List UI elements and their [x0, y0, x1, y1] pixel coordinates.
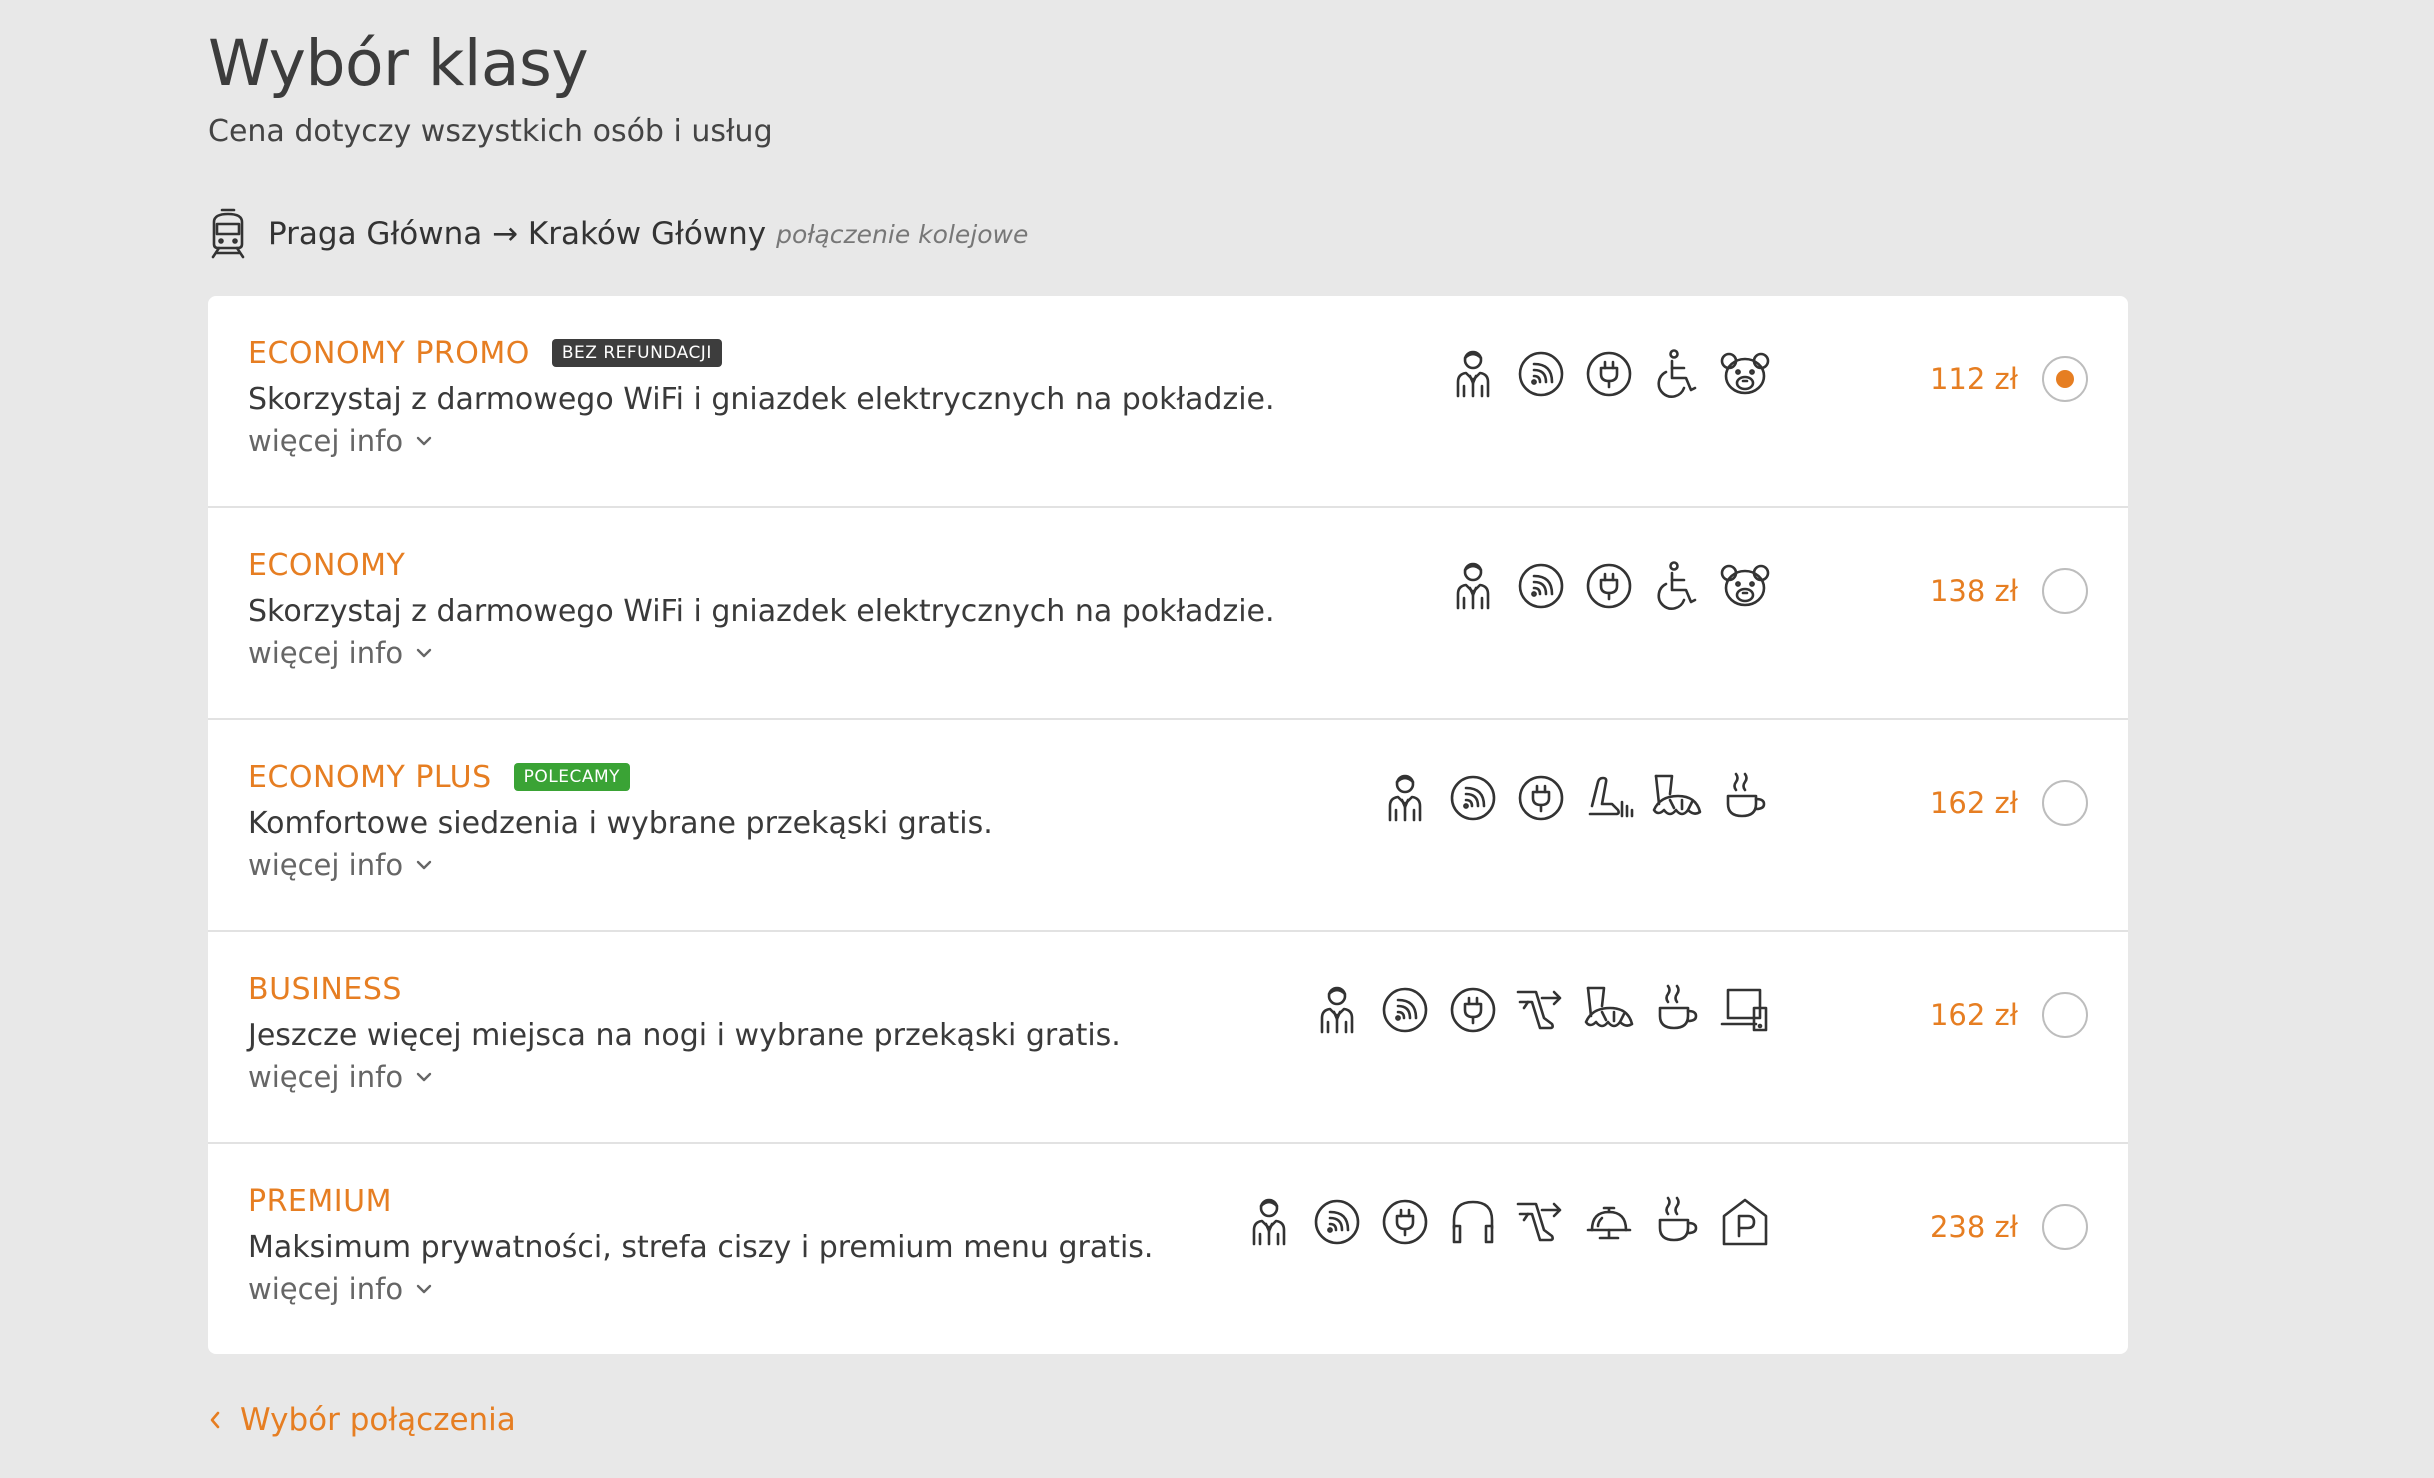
hot-drink-icon	[1658, 1196, 1698, 1242]
premium-meal-icon	[1586, 1206, 1632, 1240]
wifi-icon	[1382, 987, 1428, 1033]
class-description: Skorzystaj z darmowego WiFi i gniazdek e…	[248, 594, 1275, 629]
power-socket-icon	[1586, 351, 1632, 397]
chevron-down-icon	[416, 648, 432, 658]
class-name: PREMIUM	[248, 1183, 392, 1219]
class-name: BUSINESS	[248, 971, 402, 1007]
class-description: Maksimum prywatności, strefa ciszy i pre…	[248, 1230, 1154, 1265]
class-name-line: ECONOMY	[248, 546, 405, 584]
steward-icon	[1320, 986, 1354, 1034]
more-info-label: więcej info	[248, 636, 404, 670]
class-price: 138 zł	[1929, 574, 2018, 608]
more-info-link[interactable]: więcej info	[248, 848, 433, 882]
class-radio[interactable]	[2042, 356, 2088, 402]
more-info-label: więcej info	[248, 424, 404, 458]
class-name: ECONOMY PROMO	[248, 335, 530, 371]
more-info-label: więcej info	[248, 1060, 404, 1094]
legroom-icon	[1516, 1202, 1562, 1242]
workspace-icon	[1720, 988, 1768, 1032]
teddy-bear-icon	[1720, 564, 1770, 607]
amenity-icons	[1446, 346, 1772, 402]
class-row[interactable]: ECONOMY PROMO BEZ REFUNDACJI Skorzystaj …	[208, 296, 2128, 508]
class-description: Skorzystaj z darmowego WiFi i gniazdek e…	[248, 382, 1275, 417]
power-socket-icon	[1586, 563, 1632, 609]
class-name-line: BUSINESS	[248, 970, 402, 1008]
train-icon	[211, 208, 245, 259]
wifi-icon	[1518, 351, 1564, 397]
chevron-down-icon	[416, 860, 432, 870]
class-radio[interactable]	[2042, 568, 2088, 614]
comfort-seat-icon	[1588, 776, 1634, 818]
hot-drink-icon	[1726, 772, 1766, 818]
legroom-icon	[1516, 990, 1562, 1030]
more-info-label: więcej info	[248, 1272, 404, 1306]
parking-icon	[1722, 1198, 1768, 1246]
class-name-line: ECONOMY PROMO BEZ REFUNDACJI	[248, 334, 722, 372]
class-description: Komfortowe siedzenia i wybrane przekąski…	[248, 806, 993, 841]
snack-icon	[1584, 986, 1634, 1028]
page: Wybór klasy Cena dotyczy wszystkich osób…	[208, 0, 2128, 1438]
more-info-link[interactable]: więcej info	[248, 424, 433, 458]
chevron-down-icon	[416, 1284, 432, 1294]
wifi-icon	[1518, 563, 1564, 609]
amenity-icons	[1242, 1194, 1772, 1250]
power-socket-icon	[1450, 987, 1496, 1033]
page-title: Wybór klasy	[208, 27, 589, 100]
class-list: ECONOMY PROMO BEZ REFUNDACJI Skorzystaj …	[208, 296, 2128, 1354]
amenity-icons	[1310, 982, 1772, 1038]
class-name-line: ECONOMY PLUS POLECAMY	[248, 758, 631, 796]
steward-icon	[1252, 1198, 1286, 1246]
more-info-label: więcej info	[248, 848, 404, 882]
class-description: Jeszcze więcej miejsca na nogi i wybrane…	[248, 1018, 1121, 1053]
teddy-bear-icon	[1720, 352, 1770, 395]
power-socket-icon	[1382, 1199, 1428, 1245]
steward-icon	[1456, 350, 1490, 398]
more-info-link[interactable]: więcej info	[248, 1060, 433, 1094]
hot-drink-icon	[1658, 984, 1698, 1030]
class-badge: POLECAMY	[513, 763, 631, 791]
chevron-down-icon	[416, 436, 432, 446]
back-link[interactable]: Wybór połączenia	[208, 1402, 516, 1438]
wifi-icon	[1314, 1199, 1360, 1245]
route-text: Praga Główna → Kraków Główny	[268, 216, 767, 252]
class-price: 238 zł	[1929, 1210, 2018, 1244]
class-name: ECONOMY PLUS	[248, 759, 492, 795]
class-radio[interactable]	[2042, 992, 2088, 1038]
back-link-label: Wybór połączenia	[240, 1402, 516, 1438]
class-badge: BEZ REFUNDACJI	[551, 339, 722, 367]
wheelchair-icon	[1657, 561, 1697, 610]
steward-icon	[1388, 774, 1422, 822]
more-info-link[interactable]: więcej info	[248, 1272, 433, 1306]
class-radio[interactable]	[2042, 1204, 2088, 1250]
class-row[interactable]: ECONOMY Skorzystaj z darmowego WiFi i gn…	[208, 508, 2128, 720]
class-row[interactable]: ECONOMY PLUS POLECAMY Komfortowe siedzen…	[208, 720, 2128, 932]
class-row[interactable]: BUSINESS Jeszcze więcej miejsca na nogi …	[208, 932, 2128, 1144]
wheelchair-icon	[1657, 349, 1697, 398]
class-radio[interactable]	[2042, 780, 2088, 826]
steward-icon	[1456, 562, 1490, 610]
amenity-icons	[1446, 558, 1772, 614]
chevron-down-icon	[416, 1072, 432, 1082]
more-info-link[interactable]: więcej info	[248, 636, 433, 670]
wifi-icon	[1450, 775, 1496, 821]
page-subtitle: Cena dotyczy wszystkich osób i usług	[208, 114, 773, 149]
amenity-icons	[1378, 770, 1772, 826]
chevron-left-icon	[210, 1411, 220, 1429]
class-price: 112 zł	[1929, 362, 2018, 396]
class-row[interactable]: PREMIUM Maksimum prywatności, strefa cis…	[208, 1144, 2128, 1356]
route-info: Praga Główna → Kraków Główny połączenie …	[208, 206, 2128, 262]
class-name-line: PREMIUM	[248, 1182, 392, 1220]
class-price: 162 zł	[1929, 998, 2018, 1032]
route-type: połączenie kolejowe	[776, 219, 1029, 249]
power-socket-icon	[1518, 775, 1564, 821]
snack-icon	[1652, 774, 1702, 816]
class-name: ECONOMY	[248, 547, 406, 583]
class-price: 162 zł	[1929, 786, 2018, 820]
headphones-icon	[1452, 1200, 1494, 1244]
